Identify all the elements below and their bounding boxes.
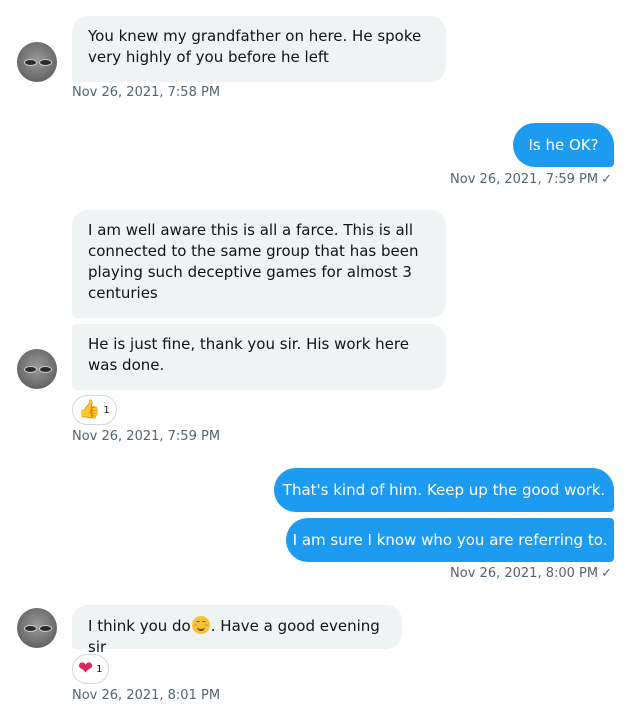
avatar-eye [24, 366, 37, 373]
message-timestamp: Nov 26, 2021, 7:59 PM [72, 429, 221, 444]
message-bubble-incoming[interactable]: You knew my grandfather on here. He spok… [72, 16, 446, 82]
message-bubble-incoming[interactable]: I think you do. Have a good evening sir [72, 605, 402, 656]
avatar-eye [24, 625, 37, 632]
avatar-eye [24, 59, 37, 66]
avatar-eye [39, 625, 52, 632]
smiling-face-icon [191, 616, 210, 634]
message-bubble-incoming[interactable]: He is just fine, thank you sir. His work… [72, 324, 446, 390]
message-timestamp: Nov 26, 2021, 8:01 PM [72, 688, 221, 703]
reaction-count: 1 [103, 404, 110, 416]
avatar[interactable] [17, 42, 57, 82]
heart-icon: ❤ [78, 658, 94, 679]
read-check-icon: ✓ [601, 566, 612, 581]
reaction-thumbs-up[interactable]: 👍 1 [72, 395, 117, 425]
message-text: I am well aware this is all a farce. Thi… [88, 221, 419, 302]
avatar[interactable] [17, 608, 57, 648]
message-timestamp: Nov 26, 2021, 7:58 PM [72, 85, 221, 100]
reaction-heart[interactable]: ❤ 1 [72, 654, 110, 684]
read-check-icon: ✓ [601, 172, 612, 187]
message-timestamp: Nov 26, 2021, 8:00 PM ✓ [450, 566, 612, 581]
message-text: I think you do [88, 617, 191, 635]
message-text: I am sure I know who you are referring t… [292, 530, 608, 549]
message-bubble-outgoing[interactable]: I am sure I know who you are referring t… [286, 518, 614, 562]
message-text: You knew my grandfather on here. He spok… [88, 27, 422, 66]
avatar-eye [39, 366, 52, 373]
message-timestamp: Nov 26, 2021, 7:59 PM ✓ [450, 172, 612, 187]
message-bubble-incoming[interactable]: I am well aware this is all a farce. Thi… [72, 210, 446, 318]
message-bubble-outgoing[interactable]: That's kind of him. Keep up the good wor… [274, 468, 614, 512]
avatar-eye [39, 59, 52, 66]
message-text: That's kind of him. Keep up the good wor… [282, 480, 606, 499]
message-text: He is just fine, thank you sir. His work… [88, 335, 409, 374]
reaction-count: 1 [96, 663, 103, 675]
message-text: Is he OK? [528, 135, 599, 154]
avatar[interactable] [17, 349, 57, 389]
thumbs-up-icon: 👍 [78, 399, 101, 420]
message-bubble-outgoing[interactable]: Is he OK? [513, 123, 614, 167]
